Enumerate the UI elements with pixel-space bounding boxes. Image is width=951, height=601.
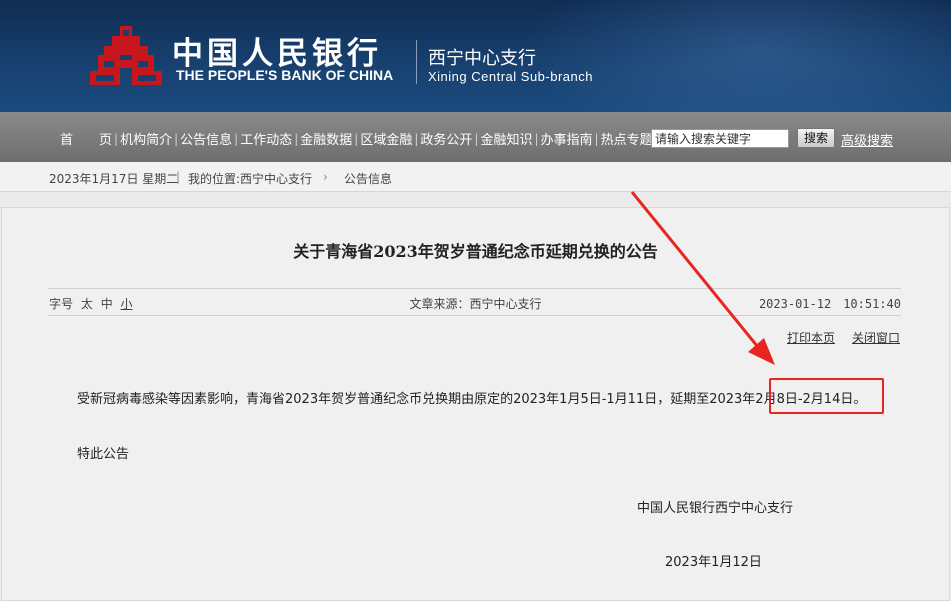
nav-item-financial-data[interactable]: 金融数据 [300, 129, 352, 148]
article-datetime: 2023-01-12 10:51:40 [758, 297, 901, 311]
nav-item-government-affairs[interactable]: 政务公开 [420, 129, 472, 148]
nav-separator: | [174, 131, 179, 146]
breadcrumb-separator: | [176, 170, 181, 184]
breadcrumb-current[interactable]: 公告信息 [344, 170, 392, 187]
site-header: 中国人民银行 THE PEOPLE'S BANK OF CHINA 西宁中心支行… [0, 0, 951, 112]
nav-item-work-news[interactable]: 工作动态 [240, 129, 292, 148]
branch-name-en: Xining Central Sub-branch [428, 69, 593, 84]
nav-separator: | [114, 131, 119, 146]
print-page-link[interactable]: 打印本页 [787, 329, 835, 346]
article-signature: 中国人民银行西宁中心支行 [637, 501, 794, 516]
pboc-emblem-icon[interactable] [90, 26, 162, 90]
nav-separator: | [294, 131, 299, 146]
brand-name-en: THE PEOPLE'S BANK OF CHINA [176, 67, 394, 83]
nav-list: 首 页 | 机构简介 | 公告信息 | 工作动态 | 金融数据 | 区域金融 |… [60, 129, 653, 149]
meta-divider-top [48, 288, 901, 289]
nav-item-financial-knowledge[interactable]: 金融知识 [480, 129, 532, 148]
nav-item-about[interactable]: 机构简介 [120, 129, 172, 148]
breadcrumb-location[interactable]: 我的位置:西宁中心支行 [188, 170, 312, 187]
nav-separator: | [534, 131, 539, 146]
search-button[interactable]: 搜索 [797, 128, 835, 148]
nav-separator: | [594, 131, 599, 146]
breadcrumb: 2023年1月17日 星期二 | 我的位置:西宁中心支行 › 公告信息 [0, 162, 951, 192]
nav-item-hot-topics[interactable]: 热点专题 [601, 129, 653, 148]
search-input[interactable] [651, 129, 789, 148]
nav-item-service-guide[interactable]: 办事指南 [541, 129, 593, 148]
special-notice: 特此公告 [77, 447, 130, 462]
nav-separator: | [354, 131, 359, 146]
nav-separator: | [234, 131, 239, 146]
meta-divider-bottom [48, 315, 901, 316]
chevron-right-icon: › [323, 170, 328, 184]
advanced-search-link[interactable]: 高级搜索 [841, 130, 893, 149]
header-divider [416, 40, 417, 84]
nav-item-regional-finance[interactable]: 区域金融 [360, 129, 412, 148]
current-date: 2023年1月17日 星期二 [49, 172, 179, 186]
article-sign-date: 2023年1月12日 [665, 555, 762, 570]
close-window-link[interactable]: 关闭窗口 [852, 329, 900, 346]
header-glow [520, 0, 951, 112]
branch-name-cn: 西宁中心支行 [428, 48, 536, 69]
nav-item-announcements[interactable]: 公告信息 [180, 129, 232, 148]
nav-separator: | [414, 131, 419, 146]
nav-item-home[interactable]: 首 页 [60, 129, 112, 148]
article-title: 关于青海省2023年贺岁普通纪念币延期兑换的公告 [293, 242, 658, 261]
article-body: 受新冠病毒感染等因素影响，青海省2023年贺岁普通纪念币兑换期由原定的2023年… [77, 392, 867, 407]
nav-separator: | [474, 131, 479, 146]
